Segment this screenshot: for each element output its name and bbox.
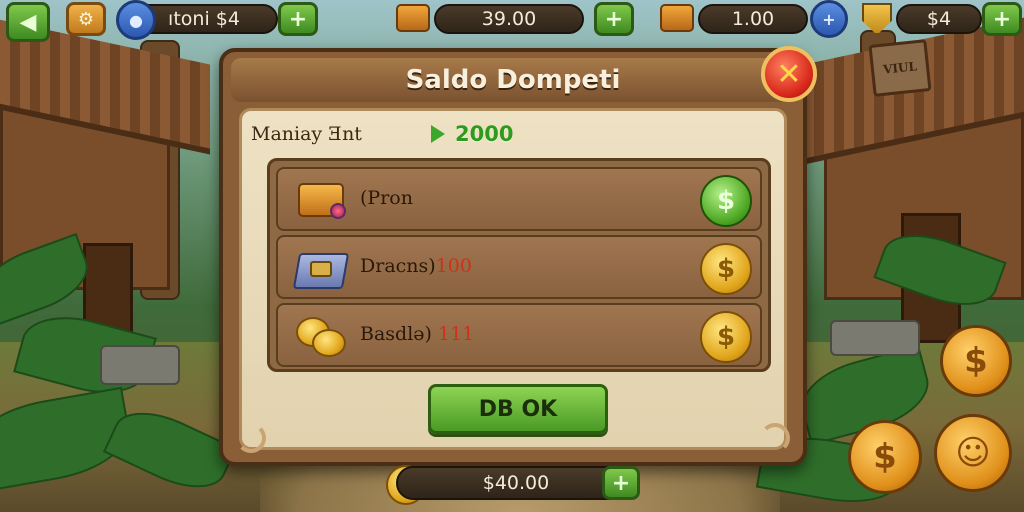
item-name: Dracns) <box>360 255 436 277</box>
gold-coin-icon[interactable]: $ <box>700 243 752 295</box>
list-item[interactable]: Basdlə) 111 $ <box>276 303 762 367</box>
bottom-balance-value: $40.00 <box>482 472 550 494</box>
close-button[interactable]: ✕ <box>761 46 817 102</box>
resource-3-add-button[interactable]: + <box>810 0 848 38</box>
dialog-title-bar: Saldo Dompeti <box>231 58 795 102</box>
arrow-left-icon: ◀ <box>19 9 37 35</box>
crate-icon <box>292 245 350 291</box>
item-qty: 100 <box>435 255 472 277</box>
item-qty: 111 <box>437 323 475 345</box>
resource-pill-2: 39.00 <box>434 4 584 34</box>
resource-1-add-button[interactable]: + <box>278 2 318 36</box>
item-name: Basdlə) <box>360 323 432 345</box>
dollar-icon: $ <box>964 341 988 381</box>
plus-icon: + <box>992 6 1012 32</box>
chat-coin-button[interactable]: ☺ <box>934 414 1012 492</box>
close-icon: ✕ <box>776 56 802 92</box>
bottom-add-button[interactable]: + <box>602 466 640 500</box>
back-button[interactable]: ◀ <box>6 2 50 42</box>
plus-icon: + <box>822 9 836 29</box>
corner-ornament <box>760 423 790 453</box>
item-label: Basdlə) 111 <box>360 323 474 345</box>
hut-sign: VIUL <box>868 39 932 97</box>
wallet-dialog: Saldo Dompeti ✕ Maniay Ǝnt 2000 (Pron $ … <box>219 46 817 466</box>
dialog-title: Saldo Dompeti <box>405 65 621 95</box>
plus-icon: + <box>611 470 631 496</box>
summary-label: Maniay Ǝnt <box>251 123 362 145</box>
resource-pill-3: 1.00 <box>698 4 808 34</box>
bottom-balance-pill: $40.00 <box>396 466 636 500</box>
resource-4-add-button[interactable]: + <box>982 2 1022 36</box>
plus-icon: + <box>604 6 624 32</box>
resource-1-label: ıtoni $4 <box>168 8 240 30</box>
resource-4-value: $4 <box>926 8 952 30</box>
plus-icon: + <box>288 6 308 32</box>
resource-1-icon-button[interactable]: ● <box>116 0 156 40</box>
arrow-right-icon <box>431 125 445 143</box>
gold-coin-icon[interactable]: $ <box>700 311 752 363</box>
resource-2-value: 39.00 <box>481 8 537 30</box>
shop-coin-button[interactable]: $ <box>940 325 1012 397</box>
resource-3-value: 1.00 <box>731 8 775 30</box>
magnifier-icon: ● <box>129 10 143 30</box>
crate-icon <box>660 4 694 32</box>
balance-summary: Maniay Ǝnt 2000 <box>251 122 513 146</box>
settings-button[interactable]: ⚙ <box>66 2 106 36</box>
summary-value: 2000 <box>455 122 514 146</box>
item-label: (Pron <box>360 187 413 209</box>
item-list: (Pron $ Dracns)100 $ Basdlə) 111 $ <box>267 158 771 372</box>
ok-button[interactable]: DB OK <box>428 384 608 434</box>
treasure-chest-icon <box>294 177 350 223</box>
list-item[interactable]: Dracns)100 $ <box>276 235 762 299</box>
stone-step <box>100 345 180 385</box>
coins-icon <box>294 313 350 359</box>
earn-coin-button[interactable]: $ <box>848 420 922 494</box>
gear-icon: ⚙ <box>77 8 95 30</box>
item-label: Dracns)100 <box>360 255 472 277</box>
resource-2-add-button[interactable]: + <box>594 2 634 36</box>
list-item[interactable]: (Pron $ <box>276 167 762 231</box>
corner-ornament <box>236 423 266 453</box>
green-coin-icon[interactable]: $ <box>700 175 752 227</box>
item-name: (Pron <box>360 187 413 209</box>
resource-pill-4: $4 <box>896 4 982 34</box>
chest-icon <box>396 4 430 32</box>
dollar-icon: $ <box>873 437 897 477</box>
stone-step <box>830 320 920 356</box>
speech-bubble-icon: ☺ <box>955 433 991 473</box>
